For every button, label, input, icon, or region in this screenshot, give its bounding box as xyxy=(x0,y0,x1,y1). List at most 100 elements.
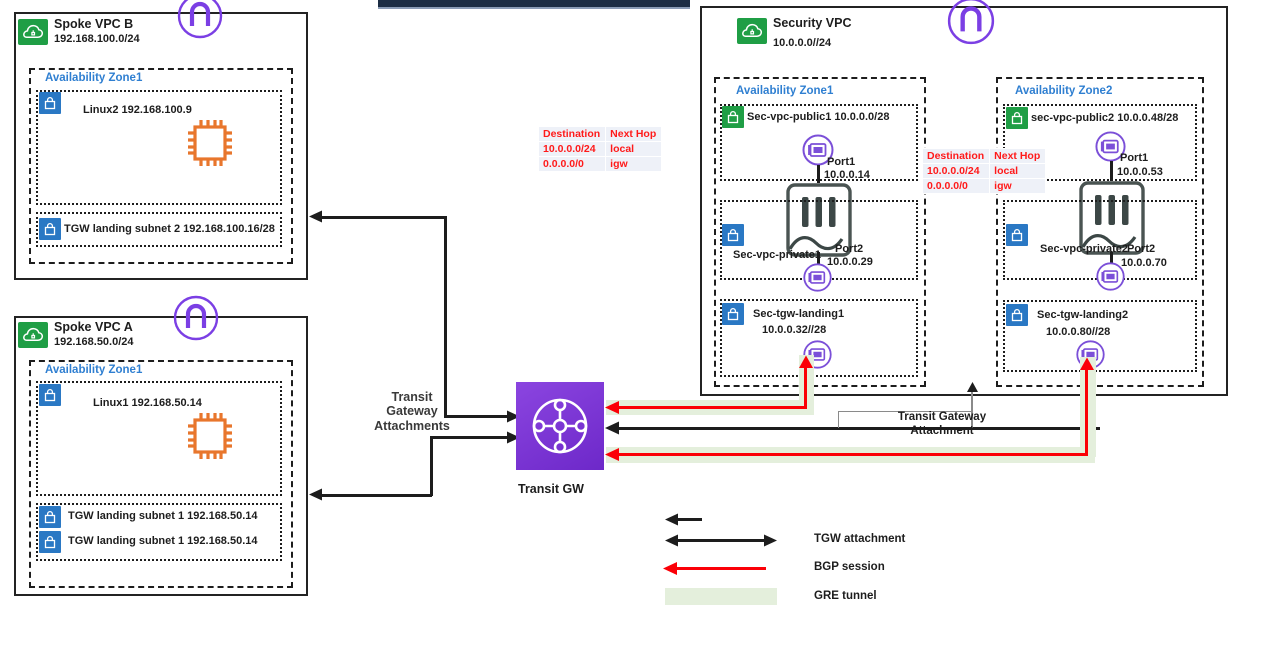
vpcb-attach-horizontal xyxy=(322,216,446,219)
tga-right-line-1: Transit Gateway xyxy=(897,411,987,423)
tga-line-2: Gateway xyxy=(386,404,438,419)
table-row: 10.0.0.0/24 local xyxy=(537,141,663,157)
sec-vpc-private2-label: Sec-vpc-private2 xyxy=(1040,243,1129,255)
transit-gw-caption: Transit GW xyxy=(518,482,584,496)
netscaler-logo-icon xyxy=(176,0,224,40)
subnet-lock-icon xyxy=(722,224,744,246)
sec-tgw-landing2-label: Sec-tgw-landing2 xyxy=(1037,309,1129,321)
az1-port2-ip: 10.0.0.29 xyxy=(827,256,873,268)
bgp-arrowhead-az1-icon xyxy=(799,355,813,368)
rt1-row0-destination: 10.0.0.0/24 xyxy=(537,141,607,157)
rt2-row1-destination: 0.0.0.0/0 xyxy=(921,178,991,194)
rt1-row1-nexthop: igw xyxy=(605,156,663,172)
subnet-lock-icon xyxy=(1006,224,1028,246)
legend-label-tgw-attachment: TGW attachment xyxy=(814,533,906,545)
az2-port1-ip: 10.0.0.53 xyxy=(1117,166,1163,178)
transit-gateway-attachments-label: Transit Gateway Attachments xyxy=(366,390,458,433)
bgp-arrowhead-upper-icon xyxy=(605,401,619,414)
sec-tgw-landing1-label: Sec-tgw-landing1 xyxy=(753,308,845,320)
security-vpc-az1-label: Availability Zone1 xyxy=(736,85,834,97)
transit-gateway-icon[interactable] xyxy=(516,382,604,470)
route-table-1: Destination Next Hop 10.0.0.0/24 local 0… xyxy=(537,126,663,172)
eni-port2-icon xyxy=(1095,261,1126,292)
subnet-lock-icon xyxy=(1006,107,1028,129)
sec-vpc-public2-label: sec-vpc-public2 10.0.0.48/28 xyxy=(1031,112,1179,124)
az1-port1-ip: 10.0.0.14 xyxy=(824,169,870,181)
az1-port1-label: Port1 xyxy=(827,156,856,168)
sec-tgw-landing2-cidr: 10.0.0.80//28 xyxy=(1046,326,1111,338)
rt1-row1-destination: 0.0.0.0/0 xyxy=(537,156,607,172)
spoke-vpc-a-tgw-subnet-2-label: TGW landing subnet 1 192.168.50.14 xyxy=(68,535,258,547)
transit-gateway-attachment-label: Transit Gateway Attachment xyxy=(845,411,1039,439)
spoke-vpc-a-az1-label: Availability Zone1 xyxy=(45,364,143,376)
legend-tgw-attachment-line xyxy=(676,539,764,542)
gre-tunnel-band-lower-vertical xyxy=(1080,357,1096,457)
security-vpc-az2-label: Availability Zone2 xyxy=(1015,85,1113,97)
subnet-lock-icon xyxy=(722,106,744,128)
aws-vpc-cloud-icon xyxy=(18,322,48,348)
spoke-vpc-a-tgw-subnet-1-label: TGW landing subnet 1 192.168.50.14 xyxy=(68,510,258,522)
rt2-header-nexthop: Next Hop xyxy=(989,148,1047,164)
spoke-vpc-b-tgw-subnet-label: TGW landing subnet 2 192.168.100.16/28 xyxy=(64,223,275,235)
tgw-attachment-branch-arrowhead-icon xyxy=(967,382,978,392)
spoke-vpc-b-instance-label: Linux2 192.168.100.9 xyxy=(83,104,192,116)
az2-port1-label: Port1 xyxy=(1120,152,1149,164)
subnet-lock-icon xyxy=(39,506,61,528)
tgw-attachment-label-tick xyxy=(838,411,840,428)
az2-port2-ip: 10.0.0.70 xyxy=(1121,257,1167,269)
legend-arrow-left-short-icon xyxy=(665,513,678,526)
rt2-row1-nexthop: igw xyxy=(989,178,1047,194)
vpcb-arrowhead-icon xyxy=(309,210,322,223)
legend-bgp-line xyxy=(676,567,766,570)
az1-port2-label: Port2 xyxy=(835,243,864,255)
aws-vpc-cloud-icon xyxy=(18,19,48,45)
route-table-2-header-row: Destination Next Hop xyxy=(921,148,1047,164)
bgp-session-line-upper-vertical xyxy=(804,363,807,409)
rt1-header-nexthop: Next Hop xyxy=(605,126,663,142)
eni-port2-icon xyxy=(802,262,833,293)
subnet-lock-icon xyxy=(39,218,61,240)
rt1-header-destination: Destination xyxy=(537,126,607,142)
spoke-vpc-a-cidr: 192.168.50.0/24 xyxy=(54,336,134,348)
spoke-vpc-a-title: Spoke VPC A xyxy=(54,320,133,334)
tga-right-line-2: Attachment xyxy=(910,424,974,437)
rt2-row0-destination: 10.0.0.0/24 xyxy=(921,163,991,179)
tga-line-1: Transit xyxy=(391,390,433,404)
spoke-vpc-b-az1-label: Availability Zone1 xyxy=(45,72,143,84)
table-row: 0.0.0.0/0 igw xyxy=(537,156,663,172)
security-vpc-title: Security VPC xyxy=(773,16,852,30)
az2-port1-cable xyxy=(1110,161,1113,181)
rt1-row0-nexthop: local xyxy=(605,141,663,157)
sec-vpc-public1-label: Sec-vpc-public1 10.0.0.0/28 xyxy=(747,111,890,123)
legend-gre-band xyxy=(665,588,777,605)
subnet-lock-icon xyxy=(39,531,61,553)
legend-label-gre-tunnel: GRE tunnel xyxy=(814,590,877,602)
ec2-instance-icon xyxy=(183,408,237,464)
vpca-attach-vertical xyxy=(430,436,433,496)
rt2-row0-nexthop: local xyxy=(989,163,1047,179)
vpcb-attach-vertical xyxy=(444,216,447,417)
subnet-lock-icon xyxy=(722,303,744,325)
bgp-session-line-lower xyxy=(619,453,1088,456)
vpca-arrowhead-icon xyxy=(309,488,322,501)
tga-line-3: Attachments xyxy=(374,418,450,433)
sec-vpc-private1-label: Sec-vpc-private1 xyxy=(733,249,822,261)
az2-port2-label: Port2 xyxy=(1127,243,1156,255)
spoke-vpc-b-cidr: 192.168.100.0/24 xyxy=(54,33,140,45)
legend-label-bgp-session: BGP session xyxy=(814,561,885,573)
sec-tgw-landing1-cidr: 10.0.0.32//28 xyxy=(762,324,827,336)
bgp-session-line-upper xyxy=(619,406,806,409)
cropped-top-bar xyxy=(378,0,690,9)
subnet-lock-icon xyxy=(39,384,61,406)
vpca-attach-horizontal xyxy=(322,494,432,497)
bgp-arrowhead-lower-icon xyxy=(605,448,619,461)
netscaler-logo-icon xyxy=(946,0,996,46)
table-row: 0.0.0.0/0 igw xyxy=(921,178,1047,194)
subnet-lock-icon xyxy=(39,92,61,114)
spoke-vpc-b-title: Spoke VPC B xyxy=(54,17,134,31)
route-table-1-header-row: Destination Next Hop xyxy=(537,126,663,142)
ec2-instance-icon xyxy=(183,115,237,171)
security-vpc-cidr: 10.0.0.0//24 xyxy=(773,37,832,49)
rt2-header-destination: Destination xyxy=(921,148,991,164)
bgp-arrowhead-az2-icon xyxy=(1080,357,1094,370)
